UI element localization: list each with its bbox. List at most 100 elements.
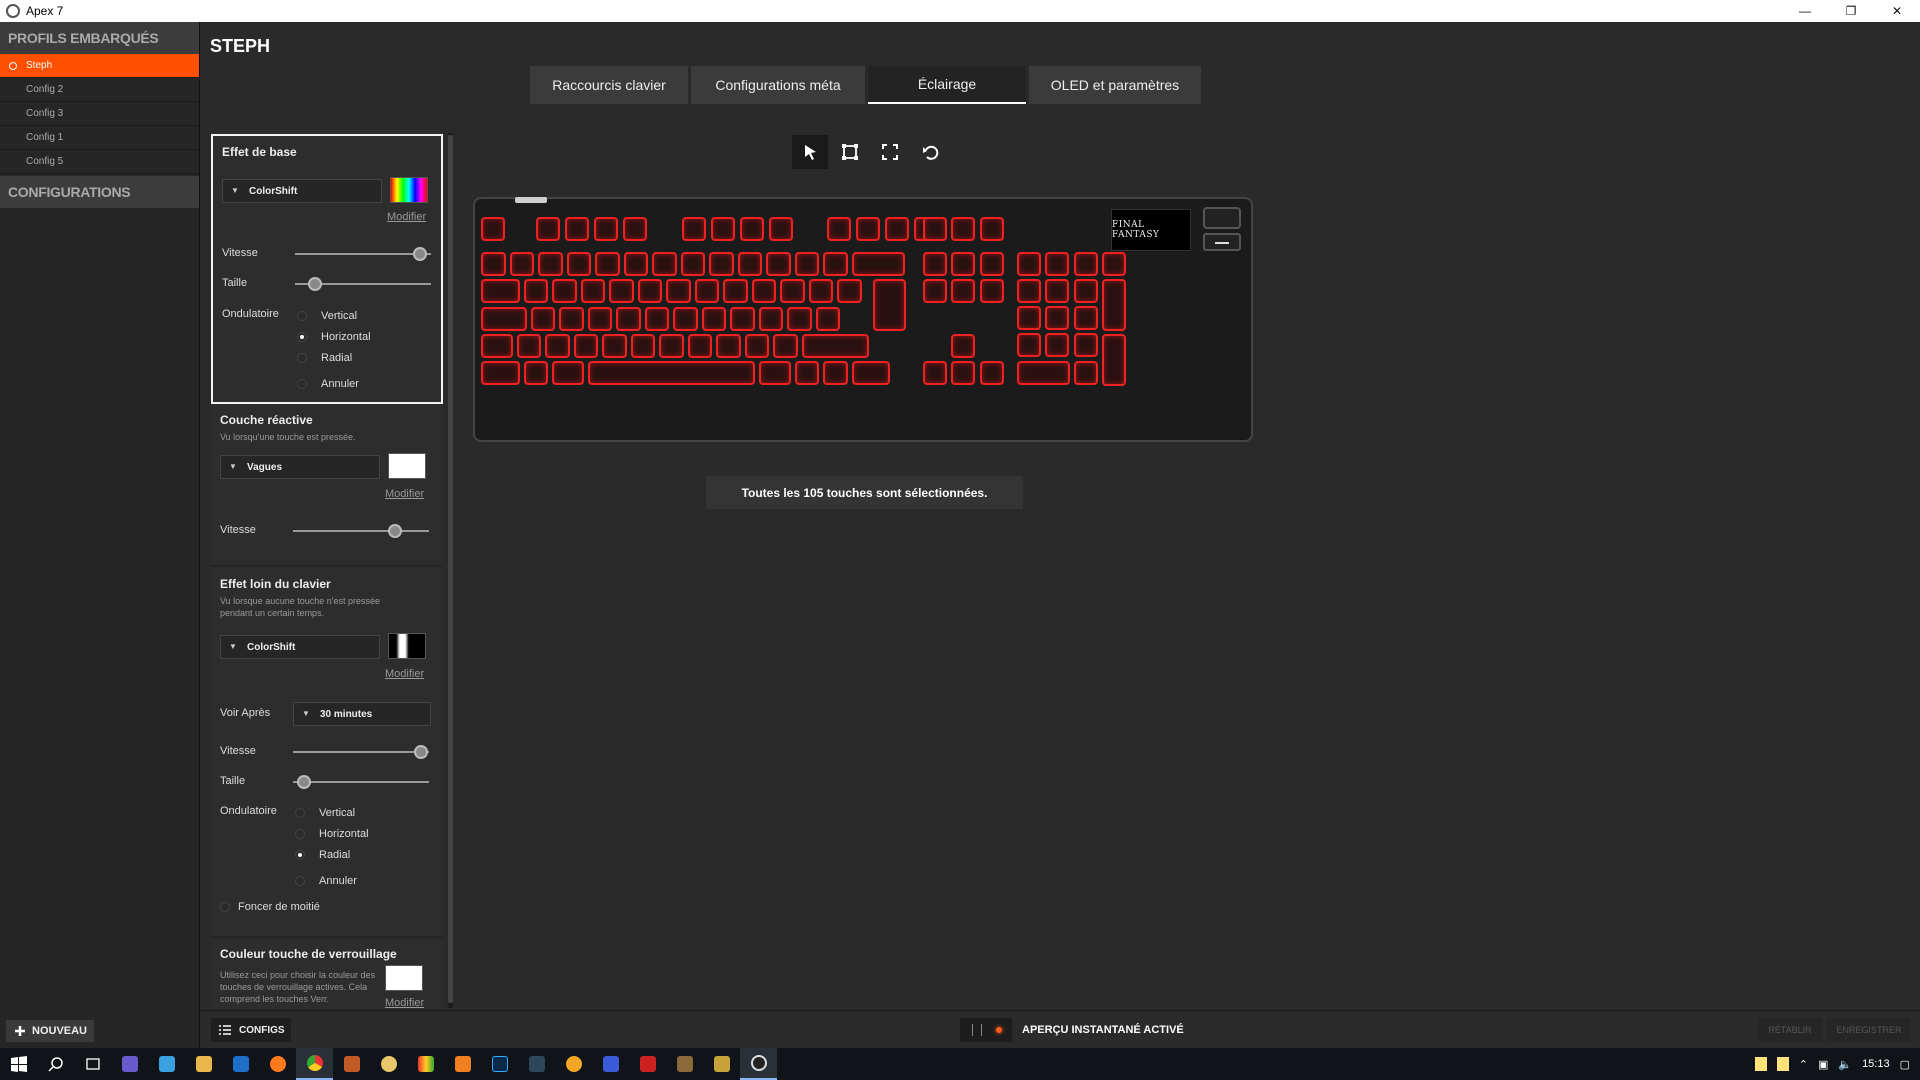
keyboard-key[interactable] bbox=[587, 361, 755, 385]
color-swatch[interactable] bbox=[388, 633, 426, 659]
keyboard-key[interactable] bbox=[630, 334, 656, 358]
keyboard-key[interactable] bbox=[594, 217, 619, 241]
keyboard-key[interactable] bbox=[885, 217, 910, 241]
minimize-button[interactable]: — bbox=[1782, 0, 1828, 22]
speed-slider[interactable] bbox=[295, 247, 431, 261]
keyboard-key[interactable] bbox=[751, 279, 777, 303]
keyboard-key[interactable] bbox=[701, 307, 727, 331]
keyboard-key[interactable] bbox=[794, 252, 819, 276]
slider-knob[interactable] bbox=[413, 247, 428, 261]
profile-item[interactable]: Config 3 bbox=[0, 102, 199, 126]
speed-slider[interactable] bbox=[293, 745, 429, 759]
keyboard-key[interactable] bbox=[716, 334, 741, 358]
keyboard-key[interactable] bbox=[856, 217, 880, 241]
keyboard-key[interactable] bbox=[481, 252, 506, 276]
keyboard-key[interactable] bbox=[922, 252, 947, 276]
base-effect-dropdown[interactable]: ▼ ColorShift bbox=[222, 179, 382, 203]
keyboard-key[interactable] bbox=[951, 279, 976, 303]
color-swatch[interactable] bbox=[385, 965, 423, 991]
panel-scrollbar[interactable] bbox=[448, 133, 453, 1008]
new-config-button[interactable]: NOUVEAU bbox=[6, 1020, 94, 1042]
search-button[interactable] bbox=[37, 1048, 74, 1080]
keyboard-key[interactable] bbox=[545, 334, 570, 358]
keyboard-key[interactable] bbox=[681, 217, 706, 241]
keyboard-key[interactable] bbox=[979, 217, 1004, 241]
keyboard-key[interactable] bbox=[709, 252, 734, 276]
keyboard-key[interactable] bbox=[723, 279, 748, 303]
profile-item-steph[interactable]: Steph bbox=[0, 54, 199, 78]
save-button[interactable]: ENREGISTRER bbox=[1827, 1018, 1911, 1042]
keyboard-key[interactable] bbox=[794, 361, 819, 385]
radio-cancel[interactable]: Annuler bbox=[295, 875, 357, 887]
close-button[interactable]: ✕ bbox=[1874, 0, 1920, 22]
clock[interactable]: 15:13 bbox=[1862, 1058, 1890, 1070]
radio-vertical[interactable]: Vertical bbox=[297, 310, 357, 322]
keyboard-key[interactable] bbox=[808, 279, 834, 303]
radio-circle[interactable] bbox=[297, 379, 307, 389]
keyboard-key[interactable] bbox=[1102, 279, 1127, 331]
network-icon[interactable]: ▣ bbox=[1818, 1058, 1828, 1071]
keyboard-key[interactable] bbox=[1045, 279, 1070, 303]
keyboard-key[interactable] bbox=[680, 252, 705, 276]
keyboard-key[interactable] bbox=[758, 361, 791, 385]
idle-time-dropdown[interactable]: ▼ 30 minutes bbox=[293, 702, 431, 726]
sticky-note-icon[interactable] bbox=[1776, 1057, 1789, 1071]
keyboard-key[interactable] bbox=[851, 361, 891, 385]
radio-vertical[interactable]: Vertical bbox=[295, 807, 355, 819]
keyboard-key[interactable] bbox=[1102, 334, 1127, 386]
keyboard-key[interactable] bbox=[951, 217, 976, 241]
taskbar-app[interactable] bbox=[703, 1048, 740, 1080]
keyboard-key[interactable] bbox=[687, 334, 713, 358]
modifier-link[interactable]: Modifier bbox=[385, 668, 424, 680]
keyboard-key[interactable] bbox=[1016, 252, 1041, 276]
keyboard-key[interactable] bbox=[616, 307, 641, 331]
keyboard-key[interactable] bbox=[1073, 333, 1098, 357]
keyboard-key[interactable] bbox=[823, 361, 848, 385]
taskbar-app[interactable] bbox=[296, 1048, 333, 1080]
keyboard-key[interactable] bbox=[787, 307, 812, 331]
keyboard-key[interactable] bbox=[710, 217, 735, 241]
keyboard-key[interactable] bbox=[768, 217, 793, 241]
keyboard-key[interactable] bbox=[837, 279, 862, 303]
profile-item[interactable]: Config 2 bbox=[0, 78, 199, 102]
live-preview-toggle[interactable] bbox=[960, 1018, 1012, 1042]
keyboard-key[interactable] bbox=[766, 252, 791, 276]
taskbar-app[interactable] bbox=[111, 1048, 148, 1080]
taskbar-app[interactable] bbox=[592, 1048, 629, 1080]
radio-horizontal[interactable]: Horizontal bbox=[297, 331, 371, 343]
taskbar-app[interactable] bbox=[518, 1048, 555, 1080]
radio-circle[interactable] bbox=[295, 829, 305, 839]
tab-meta[interactable]: Configurations méta bbox=[691, 66, 865, 104]
keyboard-key[interactable] bbox=[559, 307, 584, 331]
keyboard-key[interactable] bbox=[552, 361, 584, 385]
rectangle-select-tool[interactable] bbox=[832, 135, 868, 169]
keyboard-key[interactable] bbox=[481, 307, 527, 331]
slider-knob[interactable] bbox=[308, 277, 323, 291]
media-button[interactable] bbox=[1203, 233, 1241, 251]
keyboard-key[interactable] bbox=[666, 279, 691, 303]
radio-circle[interactable] bbox=[295, 876, 305, 886]
select-all-tool[interactable] bbox=[872, 135, 908, 169]
keyboard-key[interactable] bbox=[1045, 306, 1070, 330]
profile-item[interactable]: Config 1 bbox=[0, 126, 199, 150]
restore-button[interactable]: ❐ bbox=[1828, 0, 1874, 22]
keyboard-key[interactable] bbox=[922, 361, 947, 385]
radio-circle[interactable] bbox=[297, 332, 307, 342]
taskbar-app[interactable] bbox=[666, 1048, 703, 1080]
keyboard-key[interactable] bbox=[1045, 333, 1070, 357]
radio-horizontal[interactable]: Horizontal bbox=[295, 828, 369, 840]
keyboard-key[interactable] bbox=[739, 217, 764, 241]
color-swatch[interactable] bbox=[390, 177, 428, 203]
keyboard-preview[interactable]: FINAL FANTASY bbox=[473, 197, 1253, 442]
configs-button[interactable]: CONFIGS bbox=[211, 1018, 291, 1042]
taskbar-app[interactable] bbox=[259, 1048, 296, 1080]
keyboard-key[interactable] bbox=[623, 217, 648, 241]
keyboard-key[interactable] bbox=[538, 252, 563, 276]
keyboard-key[interactable] bbox=[1016, 361, 1070, 385]
keyboard-key[interactable] bbox=[872, 279, 906, 331]
speed-slider[interactable] bbox=[293, 524, 429, 538]
keyboard-key[interactable] bbox=[1016, 306, 1041, 330]
keyboard-key[interactable] bbox=[780, 279, 805, 303]
profile-item[interactable]: Config 5 bbox=[0, 150, 199, 174]
keyboard-key[interactable] bbox=[979, 279, 1004, 303]
